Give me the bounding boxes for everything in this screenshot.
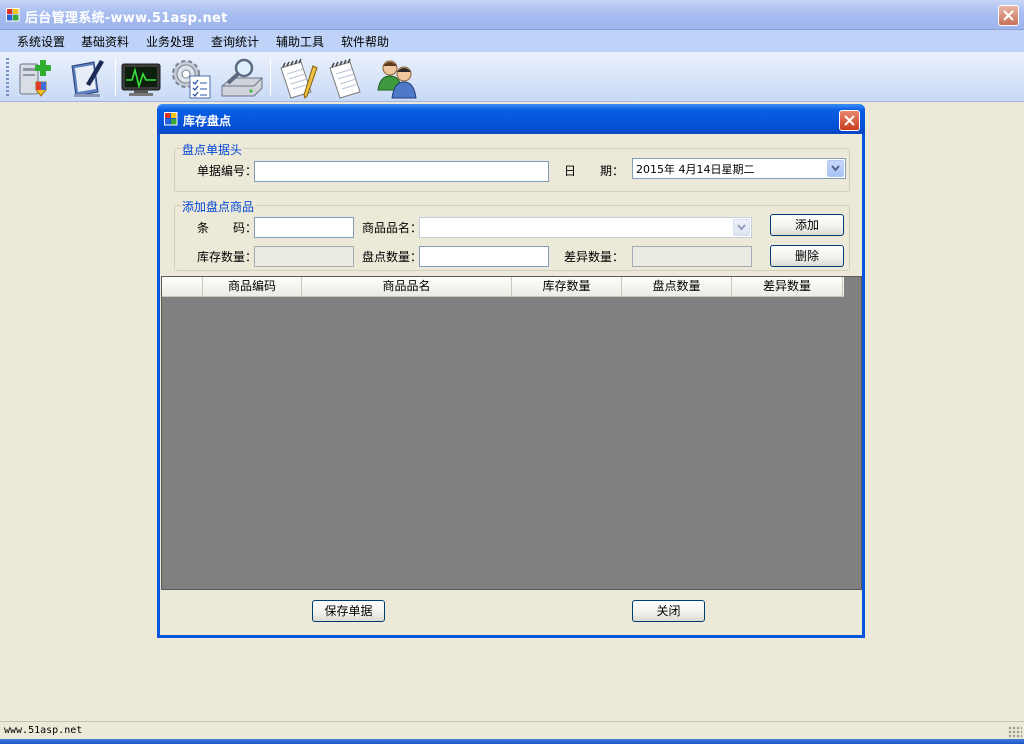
dialog-body: 盘点单据头 单据编号： 日 期： 2015年 4月14日星期二 添加盘点商品 条…	[160, 134, 862, 635]
monitor-pulse-icon	[121, 63, 161, 96]
column-header-goods-code[interactable]: 商品编码	[203, 277, 302, 297]
stock-qty-input	[254, 246, 354, 267]
app-window-icon	[164, 112, 178, 126]
dialog-title-bar[interactable]: 库存盘点	[157, 104, 865, 134]
diff-qty-label: 差异数量：	[564, 250, 625, 264]
dialog-close-button[interactable]	[839, 110, 860, 131]
settings-checklist-icon	[172, 60, 211, 99]
notepad-icon	[280, 58, 318, 99]
inventory-count-dialog: 库存盘点 盘点单据头 单据编号： 日 期： 2015年 4月14日星期二 添加盘…	[157, 104, 865, 638]
menu-bar: 系统设置 基础资料 业务处理 查询统计 辅助工具 软件帮助	[0, 30, 1024, 52]
main-title-bar: 后台管理系统-www.51asp.net	[0, 0, 1024, 30]
goods-name-dropdown-button[interactable]	[733, 219, 750, 236]
toolbar-button-notepad-2[interactable]	[324, 56, 370, 100]
grid-header: 商品编码 商品品名 库存数量 盘点数量 差异数量	[162, 277, 844, 297]
add-button[interactable]: 添加	[770, 214, 844, 236]
toolbar-button-notepad-1[interactable]	[275, 56, 321, 100]
diff-qty-input	[632, 246, 752, 267]
toolbar-button-search-drive[interactable]	[218, 56, 264, 100]
resize-grip[interactable]	[1008, 726, 1022, 740]
status-text: www.51asp.net	[4, 725, 83, 736]
toolbar-button-monitor[interactable]	[118, 56, 164, 100]
save-document-button[interactable]: 保存单据	[312, 600, 385, 622]
date-picker[interactable]: 2015年 4月14日星期二	[632, 158, 846, 179]
barcode-label: 条 码：	[197, 221, 258, 235]
toolbar-button-add-user[interactable]	[14, 56, 60, 100]
main-window-title: 后台管理系统-www.51asp.net	[25, 11, 228, 26]
count-qty-input[interactable]	[419, 246, 549, 267]
chevron-down-icon	[831, 165, 840, 172]
close-button[interactable]: 关闭	[632, 600, 705, 622]
toolbar-button-notebook[interactable]	[66, 56, 112, 100]
column-header-goods-name[interactable]: 商品品名	[302, 277, 512, 297]
notebook-pen-icon	[71, 60, 104, 97]
count-qty-label: 盘点数量：	[362, 250, 423, 264]
chevron-down-icon	[737, 224, 746, 231]
add-goods-group: 添加盘点商品 条 码： 商品品名： 添加 库存数量： 盘点数量： 差异数量： 删…	[174, 198, 850, 271]
main-close-button[interactable]	[998, 5, 1019, 26]
delete-button[interactable]: 删除	[770, 245, 844, 267]
toolbar-grip[interactable]	[6, 58, 9, 96]
taskbar-strip	[0, 739, 1024, 744]
goods-name-select[interactable]	[419, 217, 752, 238]
barcode-input[interactable]	[254, 217, 354, 238]
dialog-title: 库存盘点	[183, 114, 232, 128]
toolbar-separator	[270, 58, 271, 96]
users-icon	[377, 60, 417, 99]
close-icon	[1003, 10, 1014, 21]
menu-business[interactable]: 业务处理	[146, 33, 194, 50]
app-window-icon	[6, 8, 20, 22]
stock-qty-label: 库存数量：	[197, 250, 258, 264]
menu-help[interactable]: 软件帮助	[341, 33, 389, 50]
toolbar-separator	[115, 58, 116, 96]
notepad-icon	[329, 58, 361, 99]
column-header-count-qty[interactable]: 盘点数量	[622, 277, 732, 297]
column-header-diff-qty[interactable]: 差异数量	[732, 277, 843, 297]
close-icon	[844, 115, 855, 126]
date-label: 日 期：	[564, 164, 625, 178]
document-header-legend: 盘点单据头	[181, 141, 244, 158]
menu-basic-data[interactable]: 基础资料	[81, 33, 129, 50]
date-picker-value: 2015年 4月14日星期二	[636, 163, 755, 176]
doc-no-input[interactable]	[254, 161, 549, 182]
drive-search-icon	[221, 58, 263, 97]
add-goods-legend: 添加盘点商品	[181, 198, 256, 215]
menu-query-stats[interactable]: 查询统计	[211, 33, 259, 50]
grid-row-header-corner[interactable]	[162, 277, 203, 297]
toolbar	[0, 52, 1024, 102]
add-user-computer-icon	[19, 60, 51, 97]
goods-name-label: 商品品名：	[362, 221, 423, 235]
menu-tools[interactable]: 辅助工具	[276, 33, 324, 50]
goods-data-grid[interactable]: 商品编码 商品品名 库存数量 盘点数量 差异数量	[161, 276, 862, 590]
date-dropdown-button[interactable]	[827, 160, 844, 177]
document-header-group: 盘点单据头 单据编号： 日 期： 2015年 4月14日星期二	[174, 141, 850, 192]
toolbar-button-users[interactable]	[374, 56, 420, 100]
doc-no-label: 单据编号：	[197, 164, 258, 178]
toolbar-button-settings[interactable]	[168, 56, 214, 100]
menu-system-settings[interactable]: 系统设置	[17, 33, 65, 50]
column-header-stock-qty[interactable]: 库存数量	[512, 277, 622, 297]
